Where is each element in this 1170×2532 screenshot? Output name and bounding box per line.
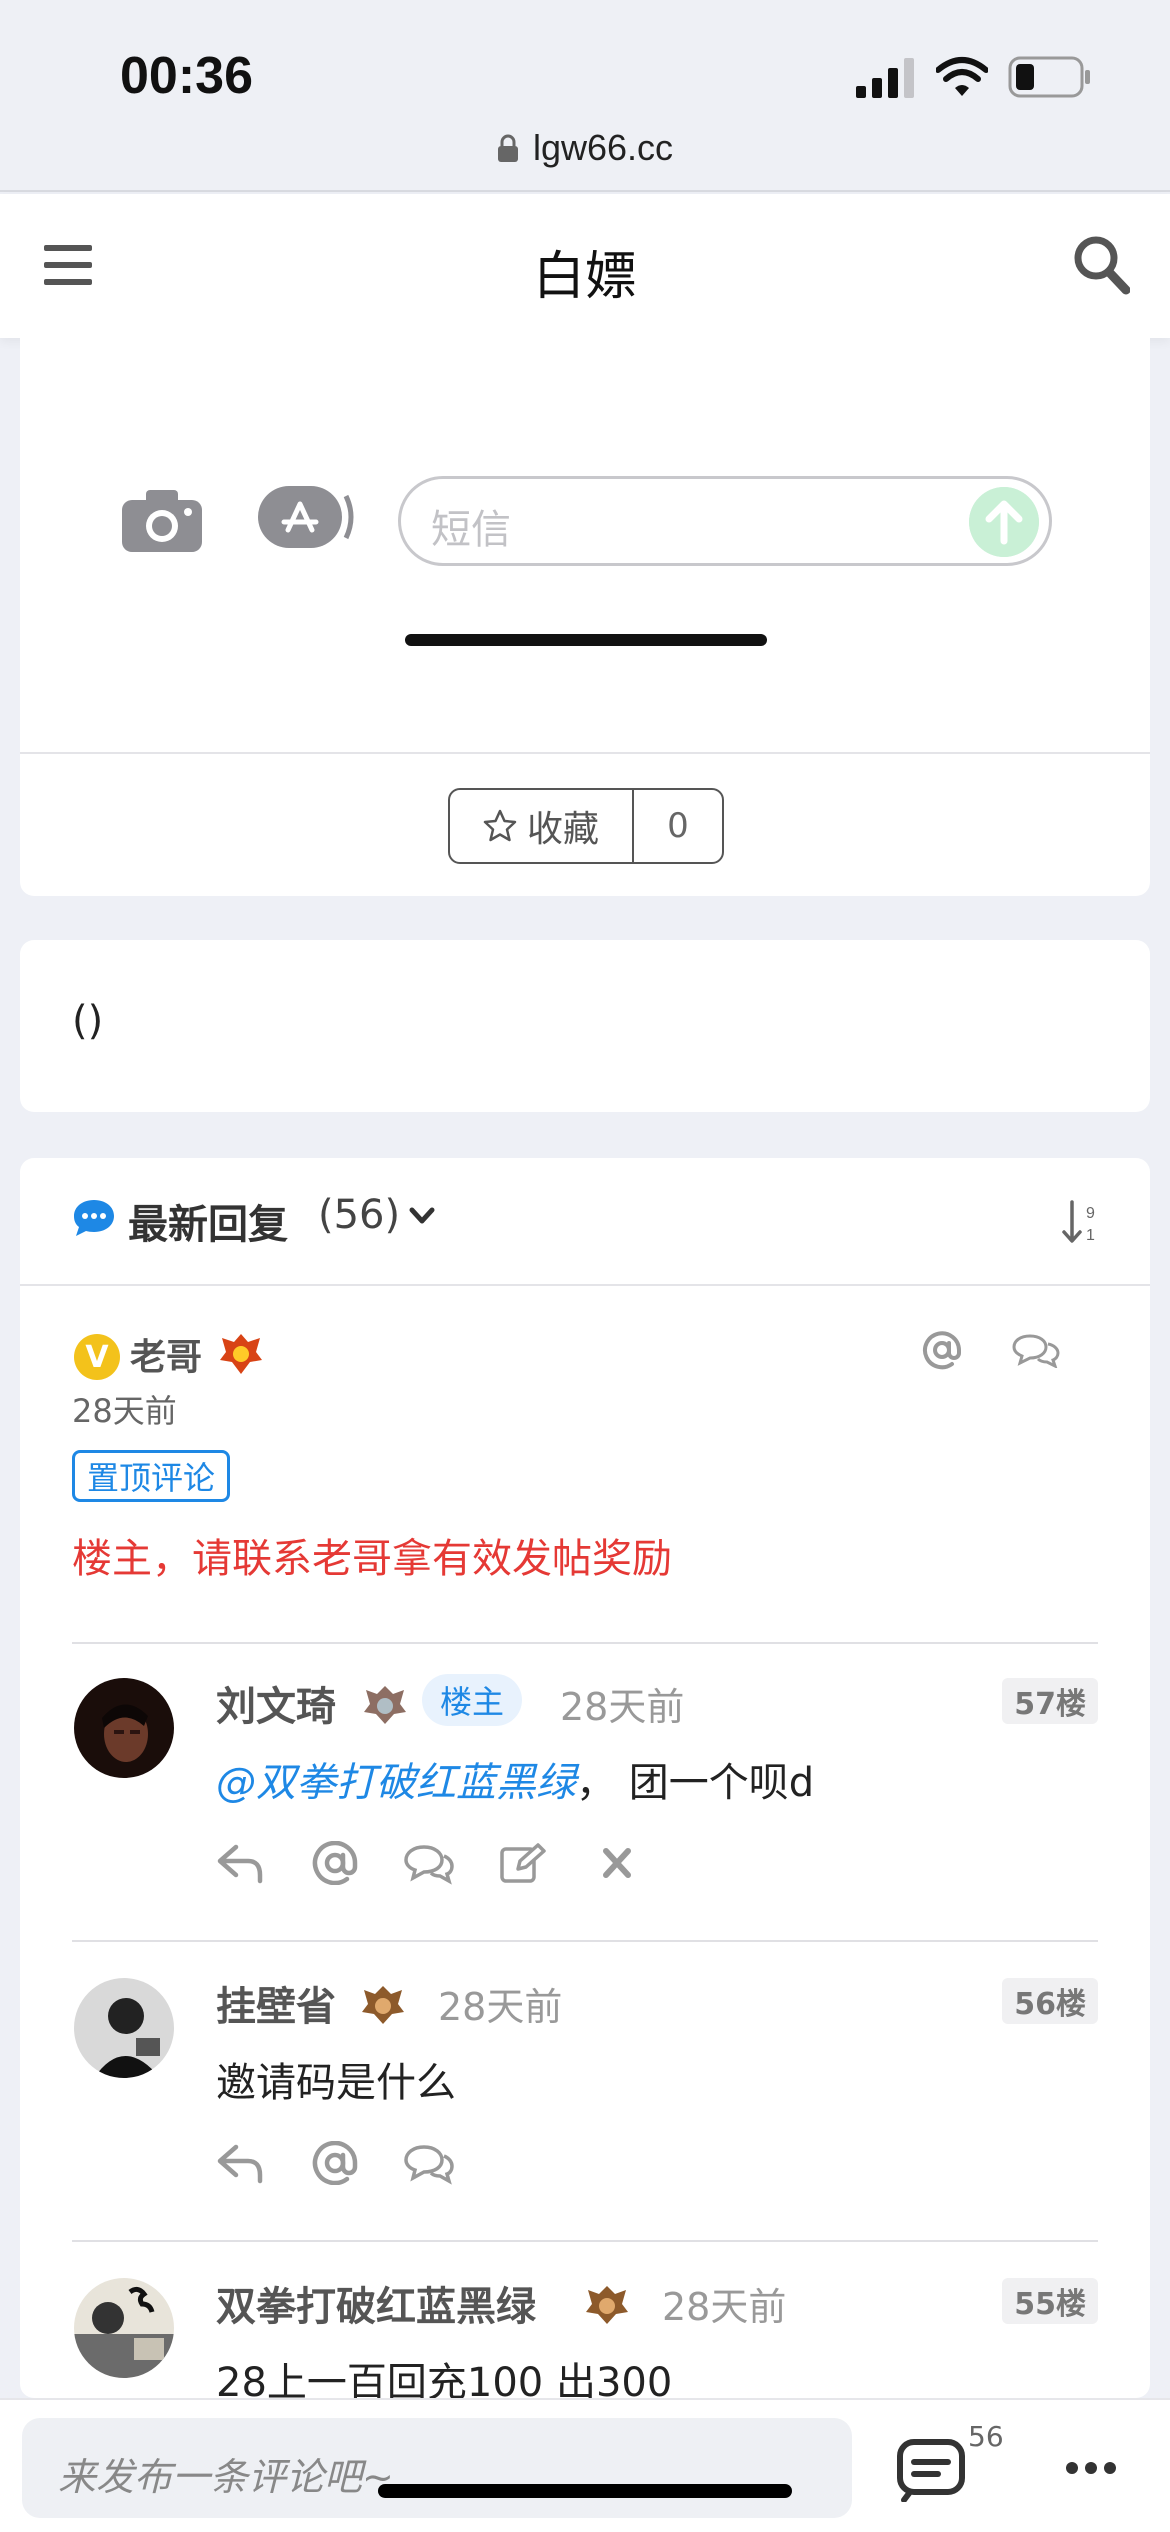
replies-section: 最新回复 (56) 9 1 V 老哥 28天前 置顶评论 楼主，请联系老哥拿有效…: [20, 1158, 1150, 2398]
comment-content: 楼主，请联系老哥拿有效发帖奖励: [72, 1536, 672, 1582]
chat-bubble-icon: [74, 1200, 114, 1236]
avatar[interactable]: [74, 2278, 174, 2378]
comment-content: 邀请码是什么: [216, 2060, 456, 2106]
replies-title: 最新回复: [128, 1202, 288, 1248]
post-image-card: 短信 收藏 0: [20, 338, 1150, 896]
lock-icon: [497, 134, 518, 162]
image-home-indicator: [405, 634, 767, 646]
comment-placeholder: 来发布一条评论吧~: [58, 2455, 394, 2499]
comment-input[interactable]: 来发布一条评论吧~: [22, 2418, 852, 2518]
level-badge-icon: [364, 1686, 406, 1724]
svg-text:1: 1: [1086, 1227, 1095, 1244]
pinned-comment: V 老哥 28天前 置顶评论 楼主，请联系老哥拿有效发帖奖励: [20, 1286, 1150, 1676]
divider: [20, 752, 1150, 754]
floor-tag: 55楼: [1002, 2278, 1098, 2324]
chevron-down-icon[interactable]: [408, 1204, 436, 1228]
mention-icon[interactable]: [310, 2141, 360, 2185]
svg-text:9: 9: [1086, 1205, 1095, 1222]
pinned-tag: 置顶评论: [72, 1450, 231, 1502]
comment-content: 28上一百回充100 出300: [216, 2360, 673, 2398]
level-badge-icon: [586, 2286, 628, 2324]
level-badge-icon: [220, 1334, 262, 1374]
app-store-icon: [258, 486, 354, 548]
mention-icon[interactable]: [310, 1841, 360, 1885]
comment-item: 双拳打破红蓝黑绿 28天前 55楼 28上一百回充100 出300: [20, 2242, 1150, 2398]
edit-icon[interactable]: [498, 1841, 548, 1885]
comment-count-badge: 56: [968, 2420, 1004, 2453]
sort-icon[interactable]: 9 1: [1060, 1198, 1104, 1246]
message-input-image: 短信: [398, 476, 1052, 566]
star-icon: [483, 809, 517, 842]
comment-item: 刘文琦 楼主 28天前 57楼 @双拳打破红蓝黑绿， 团一个呗d: [20, 1642, 1150, 1942]
commenter-name[interactable]: 老哥: [130, 1328, 202, 1380]
favorite-count: 0: [667, 806, 689, 846]
page-title: 白嫖: [532, 247, 637, 307]
post-content-card: (): [20, 940, 1150, 1112]
commenter-name[interactable]: 双拳打破红蓝黑绿: [216, 2274, 536, 2332]
address-bar[interactable]: lgw66.cc: [0, 118, 1170, 178]
comment-time: 28天前: [438, 1985, 563, 2029]
top-nav-bar: 白嫖: [0, 194, 1170, 338]
reply-bubbles-icon[interactable]: [1012, 1332, 1060, 1368]
url-text: lgw66.cc: [532, 127, 674, 168]
camera-icon: [122, 490, 202, 552]
comments-icon[interactable]: [896, 2438, 966, 2502]
comment-time: 28天前: [560, 1685, 685, 1729]
post-text: (): [72, 998, 104, 1044]
comment-text: ， 团一个呗d: [576, 1760, 815, 1806]
comment-time: 28天前: [72, 1392, 177, 1430]
comment-actions: [216, 1838, 642, 1888]
host-tag: 楼主: [422, 1674, 523, 1726]
level-badge-icon: [362, 1986, 404, 2024]
commenter-name[interactable]: 刘文琦: [216, 1674, 336, 1732]
reply-bubbles-icon[interactable]: [404, 2141, 454, 2185]
home-indicator[interactable]: [378, 2484, 792, 2498]
status-bar: 00:36 lgw66.cc: [0, 0, 1170, 192]
mention-icon[interactable]: [922, 1330, 962, 1370]
signal-icon: [856, 58, 914, 98]
mention-link[interactable]: @双拳打破红蓝黑绿: [216, 1760, 576, 1806]
reply-icon[interactable]: [216, 2141, 266, 2185]
wifi-icon: [936, 57, 988, 96]
comment-content: @双拳打破红蓝黑绿， 团一个呗d: [216, 1750, 814, 1808]
favorite-button[interactable]: 收藏: [450, 790, 634, 862]
comment-item: 挂壁省 28天前 56楼 邀请码是什么: [20, 1942, 1150, 2242]
avatar[interactable]: [74, 1978, 174, 2078]
favorite-button-group: 收藏 0: [448, 788, 724, 864]
delete-icon[interactable]: [592, 1841, 642, 1885]
status-time: 00:36: [120, 47, 253, 105]
comment-actions: [216, 2138, 454, 2188]
avatar[interactable]: [74, 1678, 174, 1778]
search-icon[interactable]: [1072, 234, 1130, 296]
replies-header[interactable]: 最新回复 (56) 9 1: [20, 1158, 1150, 1284]
message-placeholder: 短信: [431, 507, 511, 553]
reply-icon[interactable]: [216, 1841, 266, 1885]
commenter-name[interactable]: 挂壁省: [216, 1974, 336, 2032]
comment-time: 28天前: [662, 2285, 787, 2329]
favorite-label: 收藏: [526, 809, 599, 850]
send-arrow-icon: [969, 487, 1039, 557]
replies-count: (56): [318, 1192, 401, 1238]
vip-badge: V: [74, 1334, 120, 1380]
battery-icon: [1008, 56, 1090, 98]
bottom-comment-bar: 来发布一条评论吧~ 56: [0, 2398, 1170, 2532]
reply-bubbles-icon[interactable]: [404, 1841, 454, 1885]
more-options-icon[interactable]: [1064, 2458, 1118, 2478]
floor-tag: 57楼: [1002, 1678, 1098, 1724]
floor-tag: 56楼: [1002, 1978, 1098, 2024]
